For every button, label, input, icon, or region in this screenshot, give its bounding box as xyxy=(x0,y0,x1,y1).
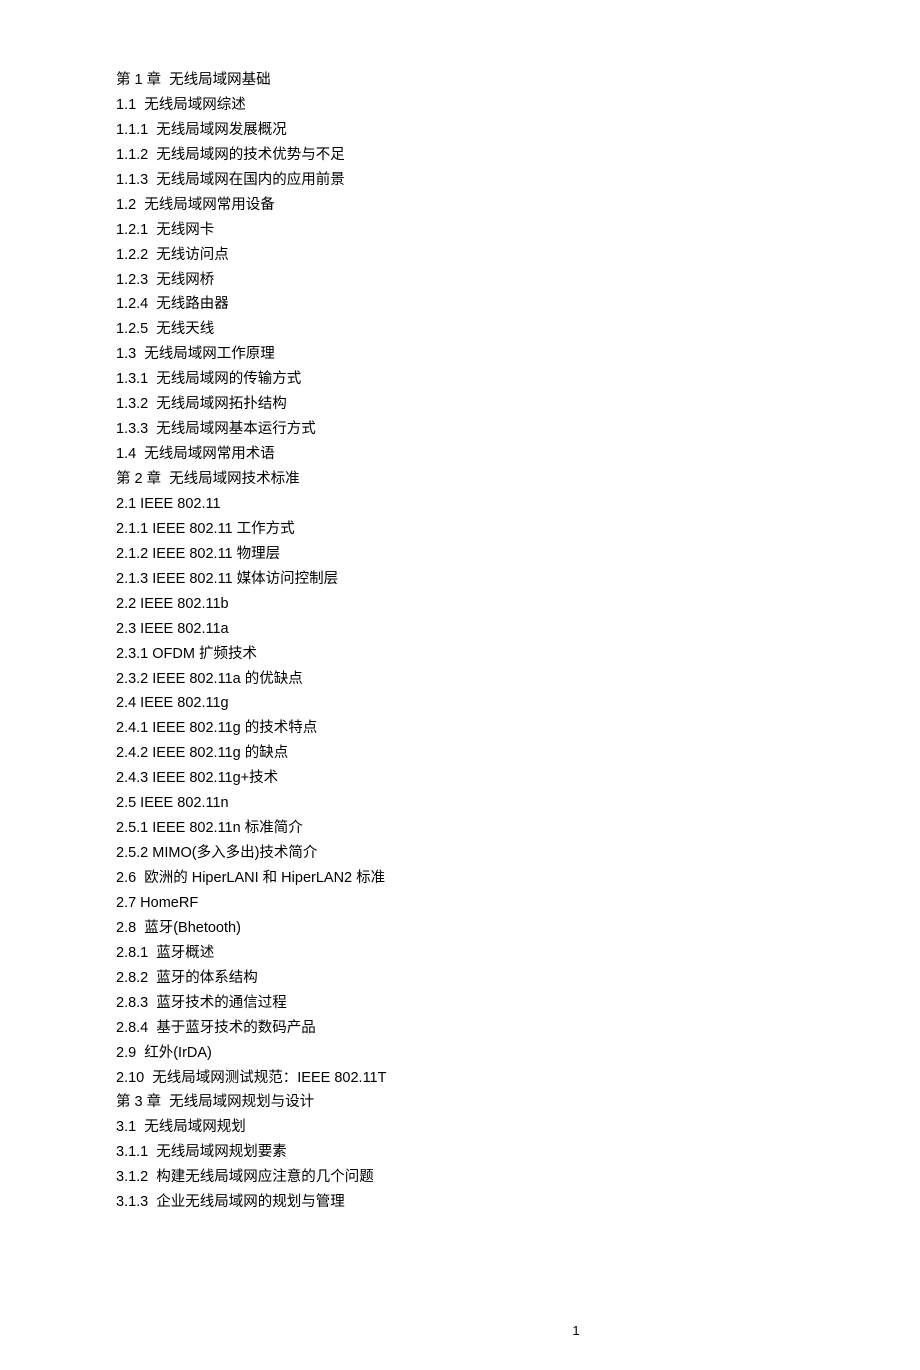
toc-entry: 2.5.2 MIMO(多入多出)技术简介 xyxy=(116,841,920,866)
toc-entry: 2.1 IEEE 802.11 xyxy=(116,492,920,517)
toc-entry: 3.1.3 企业无线局域网的规划与管理 xyxy=(116,1190,920,1215)
toc-entry: 2.10 无线局域网测试规范：IEEE 802.11T xyxy=(116,1066,920,1091)
toc-entry: 1.1.1 无线局域网发展概况 xyxy=(116,118,920,143)
toc-entry: 3.1.1 无线局域网规划要素 xyxy=(116,1140,920,1165)
toc-entry: 2.2 IEEE 802.11b xyxy=(116,592,920,617)
toc-entry: 2.8 蓝牙(Bhetooth) xyxy=(116,916,920,941)
toc-entry: 1.4 无线局域网常用术语 xyxy=(116,442,920,467)
toc-entry: 2.4 IEEE 802.11g xyxy=(116,691,920,716)
toc-entry: 1.3.1 无线局域网的传输方式 xyxy=(116,367,920,392)
document-page: 第 1 章 无线局域网基础 1.1 无线局域网综述 1.1.1 无线局域网发展概… xyxy=(116,68,920,1370)
toc-entry: 2.6 欧洲的 HiperLANI 和 HiperLAN2 标准 xyxy=(116,866,920,891)
toc-entry: 第 2 章 无线局域网技术标准 xyxy=(116,467,920,492)
toc-entry: 2.8.1 蓝牙概述 xyxy=(116,941,920,966)
toc-entry: 2.4.3 IEEE 802.11g+技术 xyxy=(116,766,920,791)
toc-entry: 1.3.2 无线局域网拓扑结构 xyxy=(116,392,920,417)
toc-entry: 2.8.2 蓝牙的体系结构 xyxy=(116,966,920,991)
toc-entry: 2.1.3 IEEE 802.11 媒体访问控制层 xyxy=(116,567,920,592)
toc-entry: 1.2.5 无线天线 xyxy=(116,317,920,342)
toc-entry: 2.8.4 基于蓝牙技术的数码产品 xyxy=(116,1016,920,1041)
page-number: 1 xyxy=(116,1320,920,1342)
toc-entry: 1.2.3 无线网桥 xyxy=(116,268,920,293)
toc-list: 第 1 章 无线局域网基础 1.1 无线局域网综述 1.1.1 无线局域网发展概… xyxy=(116,68,920,1215)
toc-entry: 2.7 HomeRF xyxy=(116,891,920,916)
toc-entry: 1.2.1 无线网卡 xyxy=(116,218,920,243)
toc-entry: 1.2.4 无线路由器 xyxy=(116,292,920,317)
toc-entry: 第 1 章 无线局域网基础 xyxy=(116,68,920,93)
toc-entry: 2.5 IEEE 802.11n xyxy=(116,791,920,816)
toc-entry: 第 3 章 无线局域网规划与设计 xyxy=(116,1090,920,1115)
toc-entry: 2.9 红外(IrDA) xyxy=(116,1041,920,1066)
toc-entry: 1.2 无线局域网常用设备 xyxy=(116,193,920,218)
toc-entry: 2.4.1 IEEE 802.11g 的技术特点 xyxy=(116,716,920,741)
toc-entry: 2.5.1 IEEE 802.11n 标准简介 xyxy=(116,816,920,841)
toc-entry: 3.1.2 构建无线局域网应注意的几个问题 xyxy=(116,1165,920,1190)
toc-entry: 2.1.1 IEEE 802.11 工作方式 xyxy=(116,517,920,542)
toc-entry: 3.1 无线局域网规划 xyxy=(116,1115,920,1140)
toc-entry: 2.3 IEEE 802.11a xyxy=(116,617,920,642)
toc-entry: 2.8.3 蓝牙技术的通信过程 xyxy=(116,991,920,1016)
toc-entry: 2.3.2 IEEE 802.11a 的优缺点 xyxy=(116,667,920,692)
toc-entry: 1.1.2 无线局域网的技术优势与不足 xyxy=(116,143,920,168)
toc-entry: 1.1.3 无线局域网在国内的应用前景 xyxy=(116,168,920,193)
toc-entry: 1.1 无线局域网综述 xyxy=(116,93,920,118)
toc-entry: 1.2.2 无线访问点 xyxy=(116,243,920,268)
toc-entry: 1.3 无线局域网工作原理 xyxy=(116,342,920,367)
toc-entry: 2.1.2 IEEE 802.11 物理层 xyxy=(116,542,920,567)
toc-entry: 2.3.1 OFDM 扩频技术 xyxy=(116,642,920,667)
toc-entry: 1.3.3 无线局域网基本运行方式 xyxy=(116,417,920,442)
toc-entry: 2.4.2 IEEE 802.11g 的缺点 xyxy=(116,741,920,766)
